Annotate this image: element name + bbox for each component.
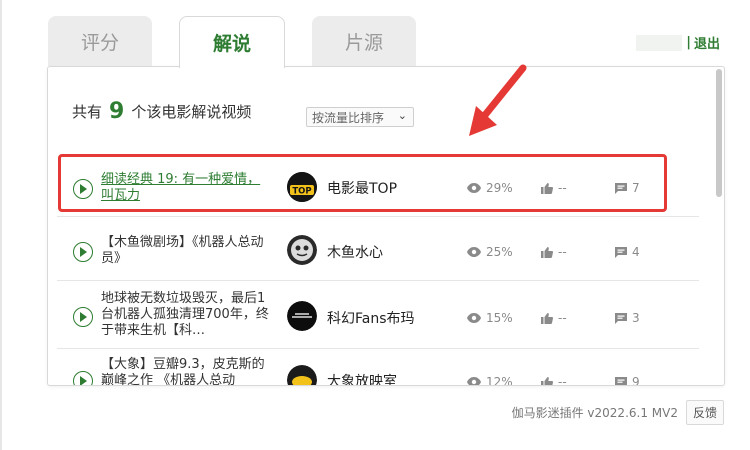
video-row[interactable]: 地球被无数垃圾毁灭，最后1台机器人孤独清理700年，终于带来生机【科… 科幻Fa…	[57, 281, 699, 349]
comments-value: 3	[632, 311, 640, 325]
video-count: 9	[109, 99, 125, 124]
channel-name[interactable]: 木鱼水心	[327, 242, 383, 262]
comment-icon	[615, 312, 627, 324]
avatar	[287, 365, 317, 385]
tab-commentary[interactable]: 解说	[179, 16, 285, 68]
highlight-box	[58, 154, 667, 212]
view-share: 15%	[467, 311, 513, 325]
summary-prefix: 共有	[72, 103, 103, 121]
eye-icon	[467, 377, 481, 385]
comments-value: 9	[632, 375, 640, 386]
likes: --	[541, 311, 567, 325]
view-share-value: 12%	[486, 375, 513, 386]
tab-sources[interactable]: 片源	[312, 16, 416, 66]
version-text: 伽马影迷插件 v2022.6.1 MV2	[511, 406, 678, 420]
arrow-annotation-icon	[469, 64, 527, 136]
play-icon[interactable]	[73, 242, 93, 262]
user-separator: |	[686, 35, 691, 50]
view-share: 25%	[467, 245, 513, 259]
view-share-value: 15%	[486, 311, 513, 325]
window-left-border	[0, 0, 2, 450]
play-icon[interactable]	[73, 371, 93, 385]
avatar	[287, 235, 317, 265]
thumbs-up-icon	[541, 376, 553, 385]
play-icon[interactable]	[73, 307, 93, 327]
video-row[interactable]: 【木鱼微剧场】《机器人总动员》 木鱼水心 25% -- 4	[57, 217, 699, 281]
comment-icon	[615, 246, 627, 258]
video-title[interactable]: 【大象】豆瓣9.3，皮克斯的巅峰之作 《机器人总动	[101, 357, 271, 385]
video-title[interactable]: 【木鱼微剧场】《机器人总动员》	[101, 235, 271, 267]
footer: 伽马影迷插件 v2022.6.1 MV2 反馈	[512, 400, 724, 425]
summary-suffix: 个该电影解说视频	[131, 103, 252, 121]
eye-icon	[467, 313, 481, 323]
feedback-button[interactable]: 反馈	[685, 400, 724, 425]
channel-name[interactable]: 科幻Fans布玛	[327, 308, 415, 328]
likes: --	[541, 375, 567, 386]
comment-icon	[615, 376, 627, 385]
view-share: 12%	[467, 375, 513, 386]
view-share-value: 25%	[486, 245, 513, 259]
tab-rating[interactable]: 评分	[48, 16, 152, 66]
username-redacted	[636, 34, 683, 51]
comments-value: 4	[632, 245, 640, 259]
video-title[interactable]: 地球被无数垃圾毁灭，最后1台机器人孤独清理700年，终于带来生机【科…	[101, 291, 271, 339]
thumbs-up-icon	[541, 246, 553, 258]
user-area: | 退出	[636, 33, 720, 52]
likes: --	[541, 245, 567, 259]
comments: 4	[615, 245, 640, 259]
scrollbar-thumb[interactable]	[716, 69, 722, 197]
likes-value: --	[558, 375, 567, 386]
thumbs-up-icon	[541, 312, 553, 324]
comments: 3	[615, 311, 640, 325]
video-row[interactable]: 【大象】豆瓣9.3，皮克斯的巅峰之作 《机器人总动 大象放映室 12% -- 9	[57, 349, 699, 386]
channel-name[interactable]: 大象放映室	[327, 371, 397, 385]
comments: 9	[615, 375, 640, 386]
logout-link[interactable]: 退出	[694, 33, 720, 52]
video-count-summary: 共有 9 个该电影解说视频	[72, 99, 251, 124]
sort-dropdown[interactable]: 按流量比排序 ⌄	[306, 107, 414, 127]
commentary-panel: 共有 9 个该电影解说视频 按流量比排序 ⌄ 细读经典 19: 有一种爱情，叫瓦…	[47, 66, 725, 386]
sort-selected-label: 按流量比排序	[312, 110, 385, 125]
chevron-down-icon: ⌄	[397, 109, 407, 122]
avatar	[287, 301, 317, 331]
eye-icon	[467, 247, 481, 257]
likes-value: --	[558, 245, 567, 259]
likes-value: --	[558, 311, 567, 325]
